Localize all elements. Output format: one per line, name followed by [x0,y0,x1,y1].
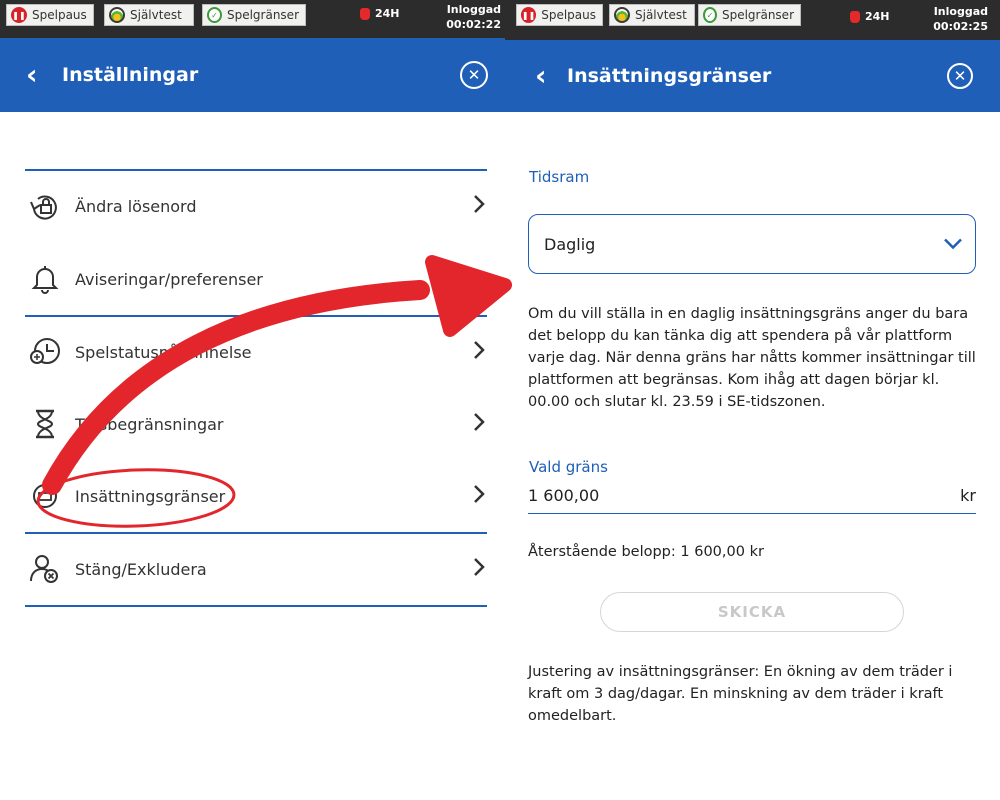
deposit-limits-screen: ❚❚ Spelpaus Självtest ✓ Spelgränser 24H … [505,0,1000,800]
menu-divider [25,315,487,317]
timeframe-select[interactable]: Daglig [528,214,976,274]
menu-item-close-exclude[interactable]: Stäng/Exkludera [25,544,487,594]
page-title: Inställningar [62,64,199,86]
hand-icon [850,10,860,23]
login-status: Inloggad 00:02:22 [446,2,501,32]
hand-icon [360,7,370,20]
chevron-down-icon [943,235,963,254]
chevron-right-icon [473,557,485,581]
sjalvtest-button[interactable]: Självtest [104,4,194,26]
spelgranser-label: Spelgränser [226,8,299,22]
limit-value: 1 600,00 [528,486,600,505]
settings-header: ‹ Inställningar ✕ [0,38,505,112]
spelpaus-button[interactable]: ❚❚ Spelpaus [6,4,94,26]
limit-icon: ✓ [207,7,222,23]
menu-item-time-limits[interactable]: Tidsbegränsningar [25,399,487,449]
responsible-gaming-bar: ❚❚ Spelpaus Självtest ✓ Spelgränser 24H … [0,0,505,38]
menu-item-label: Insättningsgränser [75,486,226,506]
login-status: Inloggad 00:02:25 [933,4,988,34]
lock-rotate-icon [27,189,63,223]
chevron-right-icon [473,340,485,364]
clock-icon [27,335,63,369]
limit-icon: ✓ [703,7,717,23]
responsible-gaming-bar: ❚❚ Spelpaus Självtest ✓ Spelgränser 24H … [505,0,1000,40]
session-timer: 00:02:22 [446,18,501,31]
close-icon[interactable]: ✕ [947,63,973,89]
chevron-right-icon [473,412,485,436]
timeframe-description: Om du vill ställa in en daglig insättnin… [528,306,976,410]
pause-icon: ❚❚ [521,7,537,23]
menu-divider [25,605,487,607]
menu-item-deposit-limits[interactable]: Insättningsgränser [25,471,487,521]
limit-label: Vald gräns [529,458,608,476]
spelpaus-button[interactable]: ❚❚ Spelpaus [516,4,603,26]
timeframe-value: Daglig [544,234,596,254]
24h-indicator: 24H [850,10,890,23]
back-arrow-icon[interactable]: ‹ [26,61,38,89]
remaining-amount: Återstående belopp: 1 600,00 kr [528,544,764,560]
spelpaus-label: Spelpaus [32,8,87,22]
24h-indicator: 24H [360,7,400,20]
menu-item-label: Aviseringar/preferenser [75,269,263,289]
gauge-icon [614,7,630,23]
menu-item-label: Stäng/Exkludera [75,559,207,579]
spelgranser-button[interactable]: ✓ Spelgränser [698,4,801,26]
close-icon[interactable]: ✕ [460,61,488,89]
page-title: Insättningsgränser [567,65,772,87]
adjustment-note: Justering av insättningsgränser: En ökni… [528,664,953,724]
24h-label: 24H [865,10,890,23]
menu-divider [25,532,487,534]
24h-label: 24H [375,7,400,20]
login-status-label: Inloggad [446,3,501,16]
submit-button[interactable]: SKICKA [600,592,904,632]
menu-divider [25,169,487,171]
session-timer: 00:02:25 [933,20,988,33]
deposit-icon [27,479,63,513]
currency-label: kr [960,486,976,505]
hourglass-icon [27,407,63,441]
gauge-icon [109,7,125,23]
spelgranser-button[interactable]: ✓ Spelgränser [202,4,306,26]
chevron-right-icon [473,194,485,218]
bell-icon [27,262,63,296]
menu-item-label: Ändra lösenord [75,196,197,216]
menu-item-reality-check[interactable]: Spelstatuspåminnelse [25,327,487,377]
back-arrow-icon[interactable]: ‹ [535,62,547,90]
spelgranser-label: Spelgränser [721,8,794,22]
menu-item-label: Spelstatuspåminnelse [75,342,252,362]
pause-icon: ❚❚ [11,7,27,23]
chevron-right-icon [473,484,485,508]
user-exclude-icon [27,552,63,586]
sjalvtest-label: Självtest [130,8,182,22]
deposit-header: ‹ Insättningsgränser ✕ [505,40,1000,112]
limit-input[interactable]: 1 600,00 kr [528,480,976,514]
sjalvtest-label: Självtest [635,8,687,22]
login-status-label: Inloggad [933,5,988,18]
menu-item-label: Tidsbegränsningar [75,414,224,434]
menu-item-notifications[interactable]: Aviseringar/preferenser [25,254,487,304]
settings-screen: ❚❚ Spelpaus Självtest ✓ Spelgränser 24H … [0,0,505,800]
menu-item-change-password[interactable]: Ändra lösenord [25,181,487,231]
sjalvtest-button[interactable]: Självtest [609,4,695,26]
spelpaus-label: Spelpaus [541,8,596,22]
timeframe-label: Tidsram [529,168,590,186]
